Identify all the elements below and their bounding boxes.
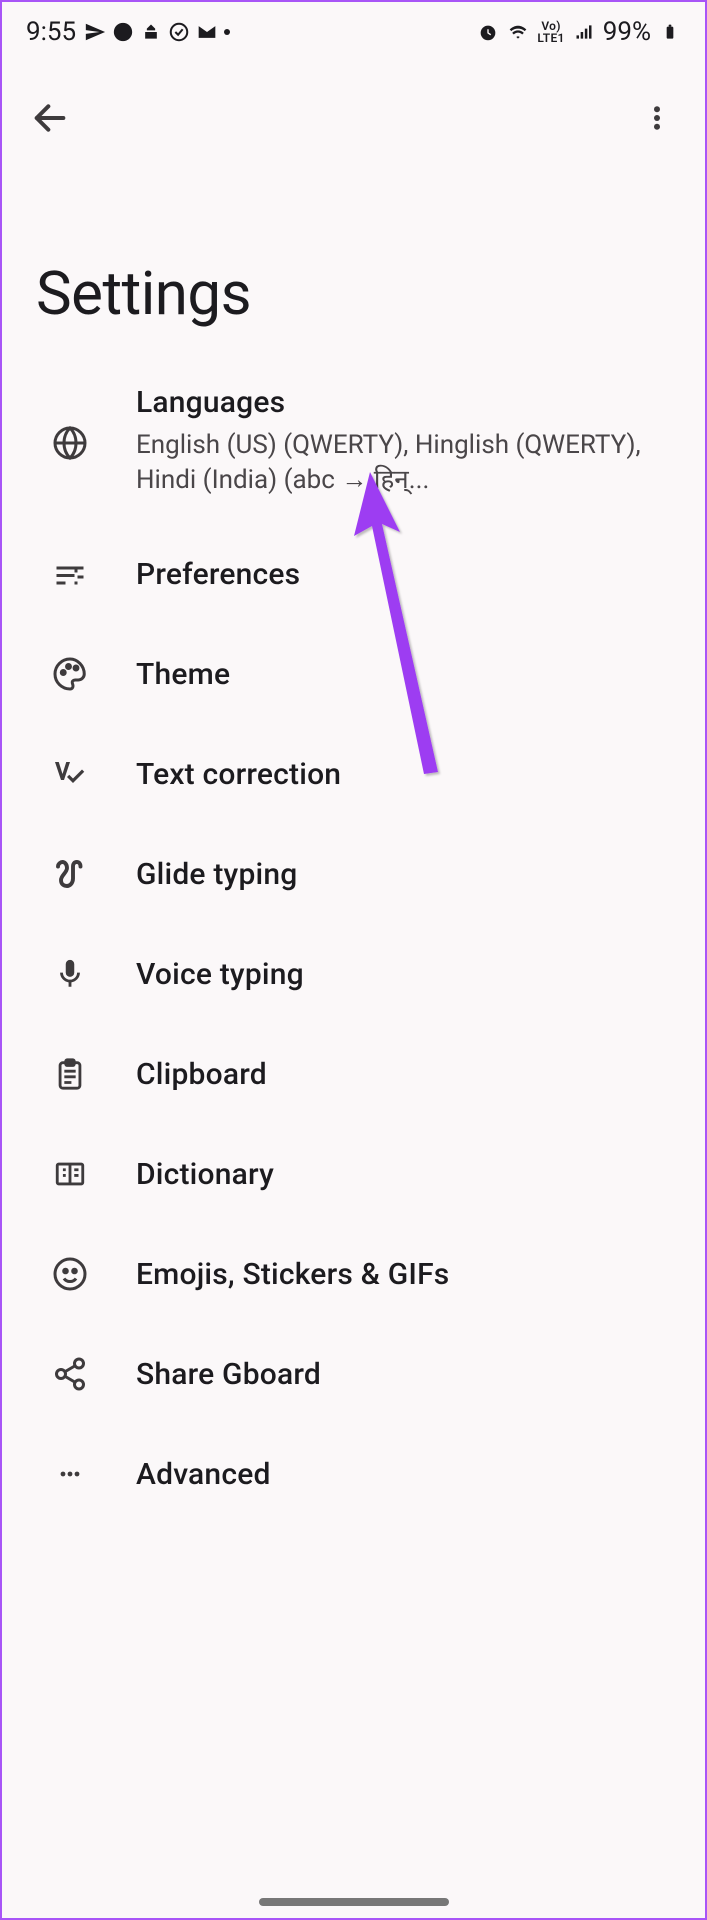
item-text-correction[interactable]: Text correction xyxy=(2,724,705,824)
status-bar: 9:55 Vo) LT xyxy=(2,2,705,58)
item-text: Advanced xyxy=(136,1457,681,1492)
item-text: Text correction xyxy=(136,757,681,792)
more-horiz-icon xyxy=(52,1456,88,1492)
battery-percent: 99% xyxy=(603,17,651,47)
item-title: Preferences xyxy=(136,557,681,592)
status-time: 9:55 xyxy=(26,17,76,47)
item-voice-typing[interactable]: Voice typing xyxy=(2,924,705,1024)
item-text: Clipboard xyxy=(136,1057,681,1092)
volte-label: Vo) LTE1 xyxy=(537,20,564,44)
arrow-left-icon xyxy=(30,98,70,138)
palette-icon xyxy=(52,656,88,692)
item-dictionary[interactable]: Dictionary xyxy=(2,1124,705,1224)
item-title: Emojis, Stickers & GIFs xyxy=(136,1257,681,1292)
item-title: Advanced xyxy=(136,1457,681,1492)
item-text: Languages English (US) (QWERTY), Hinglis… xyxy=(136,385,681,498)
app-bar xyxy=(2,58,705,148)
item-clipboard[interactable]: Clipboard xyxy=(2,1024,705,1124)
alarm-icon xyxy=(477,21,499,43)
item-languages[interactable]: Languages English (US) (QWERTY), Hinglis… xyxy=(2,359,705,524)
item-title: Voice typing xyxy=(136,957,681,992)
item-text: Dictionary xyxy=(136,1157,681,1192)
mosque-icon xyxy=(140,21,162,43)
overflow-menu-button[interactable] xyxy=(633,94,681,142)
item-subtitle: English (US) (QWERTY), Hinglish (QWERTY)… xyxy=(136,428,681,498)
item-title: Glide typing xyxy=(136,857,681,892)
settings-list: Languages English (US) (QWERTY), Hinglis… xyxy=(2,359,705,1544)
clipboard-icon xyxy=(52,1056,88,1092)
more-vert-icon xyxy=(642,100,672,136)
share-icon xyxy=(52,1356,88,1392)
tune-icon xyxy=(52,556,88,592)
emoji-icon xyxy=(52,1256,88,1292)
item-title: Theme xyxy=(136,657,681,692)
item-title: Share Gboard xyxy=(136,1357,681,1392)
item-text: Emojis, Stickers & GIFs xyxy=(136,1257,681,1292)
item-glide-typing[interactable]: Glide typing xyxy=(2,824,705,924)
gesture-icon xyxy=(52,856,88,892)
item-theme[interactable]: Theme xyxy=(2,624,705,724)
item-advanced[interactable]: Advanced xyxy=(2,1424,705,1524)
item-preferences[interactable]: Preferences xyxy=(2,524,705,624)
spellcheck-icon xyxy=(52,756,88,792)
item-share-gboard[interactable]: Share Gboard xyxy=(2,1324,705,1424)
item-title: Text correction xyxy=(136,757,681,792)
item-text: Preferences xyxy=(136,557,681,592)
item-text: Share Gboard xyxy=(136,1357,681,1392)
item-text: Glide typing xyxy=(136,857,681,892)
globe-icon xyxy=(52,425,88,461)
gesture-nav-bar[interactable] xyxy=(259,1898,449,1906)
status-notification-icons xyxy=(84,21,230,43)
signal-icon xyxy=(573,21,595,43)
item-title: Dictionary xyxy=(136,1157,681,1192)
more-notifications-dot xyxy=(224,29,230,35)
mic-icon xyxy=(52,956,88,992)
item-title: Languages xyxy=(136,385,681,420)
status-right: Vo) LTE1 99% xyxy=(477,17,681,47)
mail-icon xyxy=(196,21,218,43)
page-title: Settings xyxy=(2,148,705,359)
item-title: Clipboard xyxy=(136,1057,681,1092)
battery-icon xyxy=(659,21,681,43)
check-circle-icon xyxy=(168,21,190,43)
wifi-icon xyxy=(507,21,529,43)
item-text: Voice typing xyxy=(136,957,681,992)
telegram-icon xyxy=(84,21,106,43)
item-emojis[interactable]: Emojis, Stickers & GIFs xyxy=(2,1224,705,1324)
status-left: 9:55 xyxy=(26,17,230,47)
book-icon xyxy=(52,1156,88,1192)
item-text: Theme xyxy=(136,657,681,692)
back-button[interactable] xyxy=(26,94,74,142)
jio-icon xyxy=(112,21,134,43)
